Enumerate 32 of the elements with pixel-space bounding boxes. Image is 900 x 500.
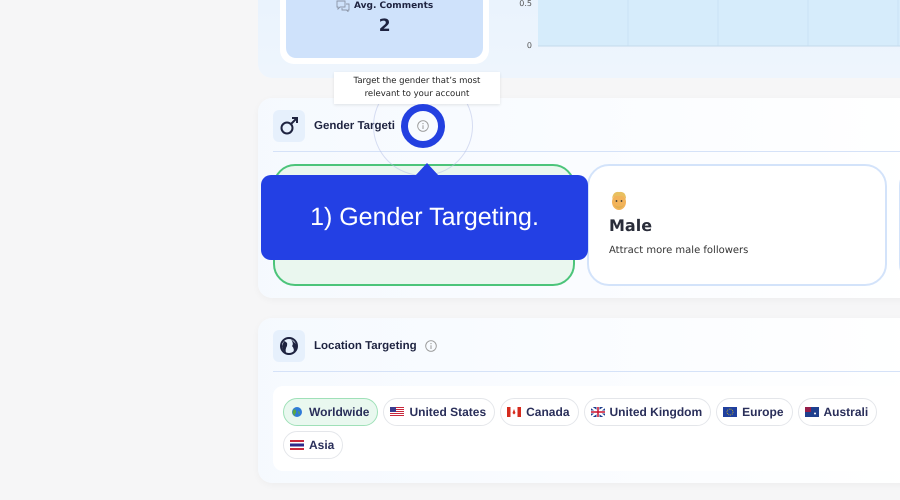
globe-icon [279, 336, 299, 356]
comments-icon [336, 0, 350, 12]
axis-tick-label: 0.5 [519, 0, 532, 8]
location-chip[interactable]: Europe [716, 398, 792, 426]
flag-icon [290, 407, 304, 417]
flag-icon [723, 407, 738, 417]
flag-icon [507, 407, 522, 417]
location-chip[interactable]: Asia [283, 431, 344, 459]
flag-icon [590, 407, 604, 417]
section-title: Gender Targeti [314, 120, 395, 132]
flag-icon [290, 440, 304, 450]
location-chip[interactable]: Worldwide [283, 398, 378, 426]
info-icon[interactable] [424, 340, 437, 352]
section-title: Location Targeting [314, 340, 417, 352]
location-chip[interactable]: United States [383, 398, 496, 426]
man-face-icon [609, 190, 629, 212]
location-chip[interactable]: United Kingdom [584, 398, 712, 426]
info-icon[interactable] [416, 120, 429, 132]
axis-tick-label: 0 [526, 42, 532, 50]
option-description: Attract more male followers [609, 245, 750, 256]
tutorial-callout: 1) Gender Targeting. [261, 175, 588, 260]
highlight-ring [400, 104, 445, 148]
option-title: Male [609, 216, 654, 235]
location-chip[interactable]: Australi [798, 398, 878, 426]
tooltip: Target the gender that’s most relevant to your account [334, 72, 500, 104]
gender-option-card[interactable]: Male Attract more male followers [587, 164, 887, 286]
stat-label: Avg. Comments [354, 1, 434, 11]
male-symbol-icon [279, 116, 299, 136]
stat-value: 2 [378, 16, 391, 36]
location-chip[interactable]: Canada [500, 398, 578, 426]
flag-icon [804, 407, 818, 417]
flag-icon [390, 407, 404, 417]
